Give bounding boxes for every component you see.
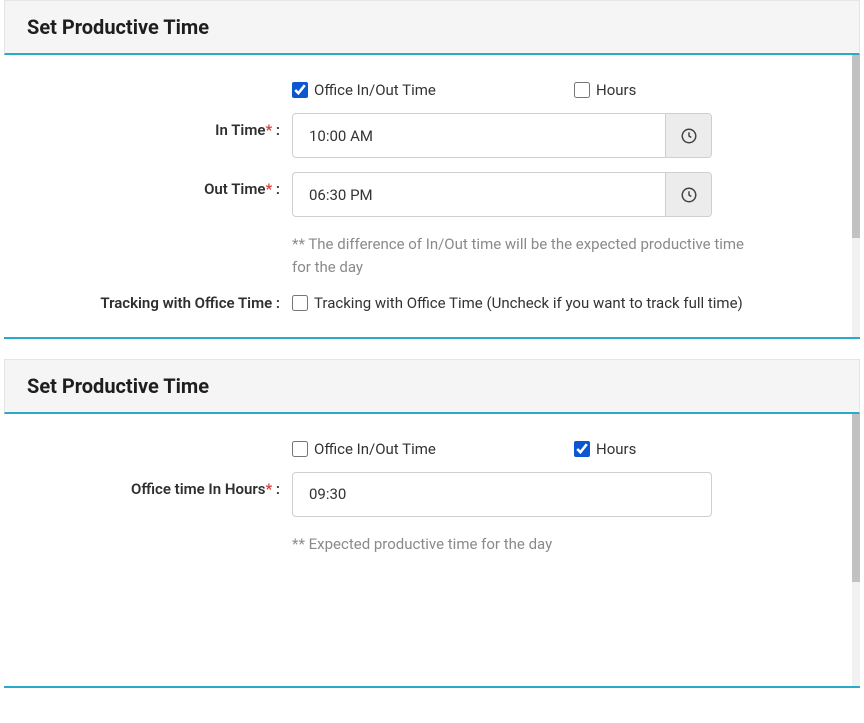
tracking-checkbox[interactable]	[292, 295, 308, 311]
out-time-input[interactable]	[293, 173, 665, 216]
office-inout-label: Office In/Out Time	[314, 81, 436, 99]
tracking-label: Tracking with Office Time :	[22, 294, 292, 312]
scrollbar-thumb[interactable]	[852, 55, 860, 238]
time-mode-row: Office In/Out Time Hours	[22, 81, 834, 99]
clock-icon	[680, 127, 698, 145]
clock-icon	[680, 186, 698, 204]
office-inout-checkbox[interactable]	[292, 441, 308, 457]
scrollbar-track[interactable]	[852, 414, 860, 686]
productive-time-panel-2: Set Productive Time Office In/Out Time H…	[4, 359, 860, 688]
panel-header: Set Productive Time	[4, 359, 860, 414]
office-inout-checkbox-group[interactable]: Office In/Out Time	[292, 81, 574, 99]
hours-checkbox[interactable]	[574, 82, 590, 98]
in-time-label: In Time* :	[22, 113, 292, 139]
panel-body: Office In/Out Time Hours Office time In …	[4, 414, 860, 688]
panel-title: Set Productive Time	[27, 15, 837, 39]
productive-time-panel-1: Set Productive Time Office In/Out Time H…	[4, 0, 860, 339]
in-out-hint: ** The difference of In/Out time will be…	[292, 231, 752, 280]
in-time-row: In Time* :	[22, 113, 834, 158]
in-time-input[interactable]	[293, 114, 665, 157]
hours-label: Hours	[596, 440, 636, 458]
office-inout-checkbox[interactable]	[292, 82, 308, 98]
panel-header: Set Productive Time	[4, 0, 860, 55]
out-time-label: Out Time* :	[22, 172, 292, 198]
panel-body: Office In/Out Time Hours In Time* :	[4, 55, 860, 339]
tracking-row: Tracking with Office Time : Tracking wit…	[22, 294, 834, 315]
office-hours-input[interactable]	[293, 473, 711, 516]
out-time-row: Out Time* :	[22, 172, 834, 217]
hours-checkbox-group[interactable]: Hours	[574, 440, 636, 458]
office-hours-label: Office time In Hours* :	[22, 472, 292, 498]
hint-row: ** Expected productive time for the day	[22, 531, 834, 556]
office-hours-row: Office time In Hours* :	[22, 472, 834, 517]
hours-checkbox[interactable]	[574, 441, 590, 457]
time-mode-row: Office In/Out Time Hours	[22, 440, 834, 458]
panel-title: Set Productive Time	[27, 374, 837, 398]
office-inout-label: Office In/Out Time	[314, 440, 436, 458]
tracking-checkbox-label: Tracking with Office Time (Uncheck if yo…	[314, 294, 743, 312]
out-time-clock-button[interactable]	[665, 173, 711, 216]
hours-hint: ** Expected productive time for the day	[292, 531, 712, 556]
office-inout-checkbox-group[interactable]: Office In/Out Time	[292, 440, 574, 458]
hint-row: ** The difference of In/Out time will be…	[22, 231, 834, 280]
hours-checkbox-group[interactable]: Hours	[574, 81, 636, 99]
office-hours-input-group	[292, 472, 712, 517]
tracking-checkbox-group[interactable]: Tracking with Office Time (Uncheck if yo…	[292, 294, 743, 312]
scrollbar-track[interactable]	[852, 55, 860, 337]
in-time-clock-button[interactable]	[665, 114, 711, 157]
scrollbar-thumb[interactable]	[852, 414, 860, 583]
out-time-input-group	[292, 172, 712, 217]
in-time-input-group	[292, 113, 712, 158]
hours-label: Hours	[596, 81, 636, 99]
